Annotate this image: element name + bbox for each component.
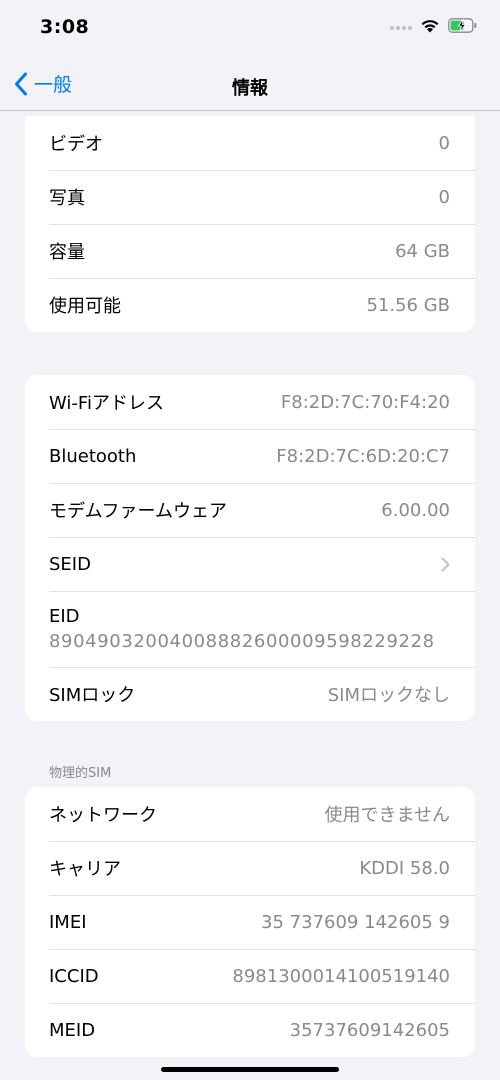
row-label: SEID	[49, 553, 91, 575]
page-title: 情報	[232, 78, 268, 99]
row-value: 0	[438, 186, 450, 208]
row-label: モデムファームウェア	[49, 501, 228, 522]
row-carrier[interactable]: キャリア KDDI 58.0	[25, 841, 475, 895]
row-videos: ビデオ 0	[25, 116, 475, 170]
row-label: SIMロック	[49, 685, 136, 706]
row-value: 6.00.00	[381, 499, 450, 521]
row-photos: 写真 0	[25, 170, 475, 224]
row-value: KDDI 58.0	[359, 857, 450, 879]
physical-sim-group: ネットワーク 使用できません キャリア KDDI 58.0 IMEI 35 73…	[25, 787, 475, 1057]
row-label: ICCID	[49, 965, 99, 987]
status-bar: 3:08	[0, 0, 500, 60]
row-eid[interactable]: EID 89049032004008882600009598229228	[25, 591, 475, 667]
row-label: ビデオ	[49, 134, 103, 155]
row-label: Bluetooth	[49, 445, 137, 467]
row-label: MEID	[49, 1019, 96, 1041]
row-wifi-address[interactable]: Wi-Fiアドレス F8:2D:7C:70:F4:20	[25, 375, 475, 429]
navigation-bar: 一般 情報	[0, 60, 500, 111]
row-label: Wi-Fiアドレス	[49, 393, 164, 414]
row-label: 写真	[49, 188, 85, 209]
row-iccid[interactable]: ICCID 8981300014100519140	[25, 949, 475, 1003]
status-icons	[390, 17, 478, 37]
wifi-icon	[420, 18, 440, 37]
network-info-group: Wi-Fiアドレス F8:2D:7C:70:F4:20 Bluetooth F8…	[25, 375, 475, 721]
row-value: F8:2D:7C:70:F4:20	[280, 391, 450, 413]
row-value: F8:2D:7C:6D:20:C7	[276, 445, 450, 467]
row-label: EID	[49, 606, 80, 627]
row-value: 64 GB	[395, 240, 450, 262]
home-indicator[interactable]	[161, 1067, 339, 1072]
storage-group: ビデオ 0 写真 0 容量 64 GB 使用可能 51.56 GB	[25, 116, 475, 332]
row-label: IMEI	[49, 911, 87, 933]
row-value: 35737609142605	[289, 1019, 450, 1041]
signal-dots-icon	[390, 25, 412, 30]
status-time: 3:08	[40, 16, 90, 38]
row-value: SIMロックなし	[327, 685, 450, 706]
row-value: 51.56 GB	[366, 294, 450, 316]
row-value: 35 737609 142605 9	[261, 911, 450, 933]
row-value: 使用できません	[324, 805, 450, 826]
row-bluetooth[interactable]: Bluetooth F8:2D:7C:6D:20:C7	[25, 429, 475, 483]
row-imei[interactable]: IMEI 35 737609 142605 9	[25, 895, 475, 949]
row-modem-firmware[interactable]: モデムファームウェア 6.00.00	[25, 483, 475, 537]
row-label: ネットワーク	[49, 805, 157, 826]
row-value: 0	[438, 132, 450, 154]
row-label: 容量	[49, 242, 85, 263]
row-label: 使用可能	[49, 296, 121, 317]
row-label: キャリア	[49, 859, 121, 880]
section-header-physical-sim: 物理的SIM	[49, 766, 112, 781]
row-value: 8981300014100519140	[232, 965, 450, 987]
settings-content[interactable]: ビデオ 0 写真 0 容量 64 GB 使用可能 51.56 GB Wi-Fiア…	[0, 111, 500, 1057]
row-available: 使用可能 51.56 GB	[25, 278, 475, 332]
battery-charging-icon	[448, 17, 478, 37]
row-network[interactable]: ネットワーク 使用できません	[25, 787, 475, 841]
row-sim-lock[interactable]: SIMロック SIMロックなし	[25, 667, 475, 721]
row-value: 89049032004008882600009598229228	[49, 631, 435, 652]
row-capacity: 容量 64 GB	[25, 224, 475, 278]
row-seid[interactable]: SEID	[25, 537, 475, 591]
row-meid[interactable]: MEID 35737609142605	[25, 1003, 475, 1057]
chevron-right-icon	[441, 557, 450, 572]
